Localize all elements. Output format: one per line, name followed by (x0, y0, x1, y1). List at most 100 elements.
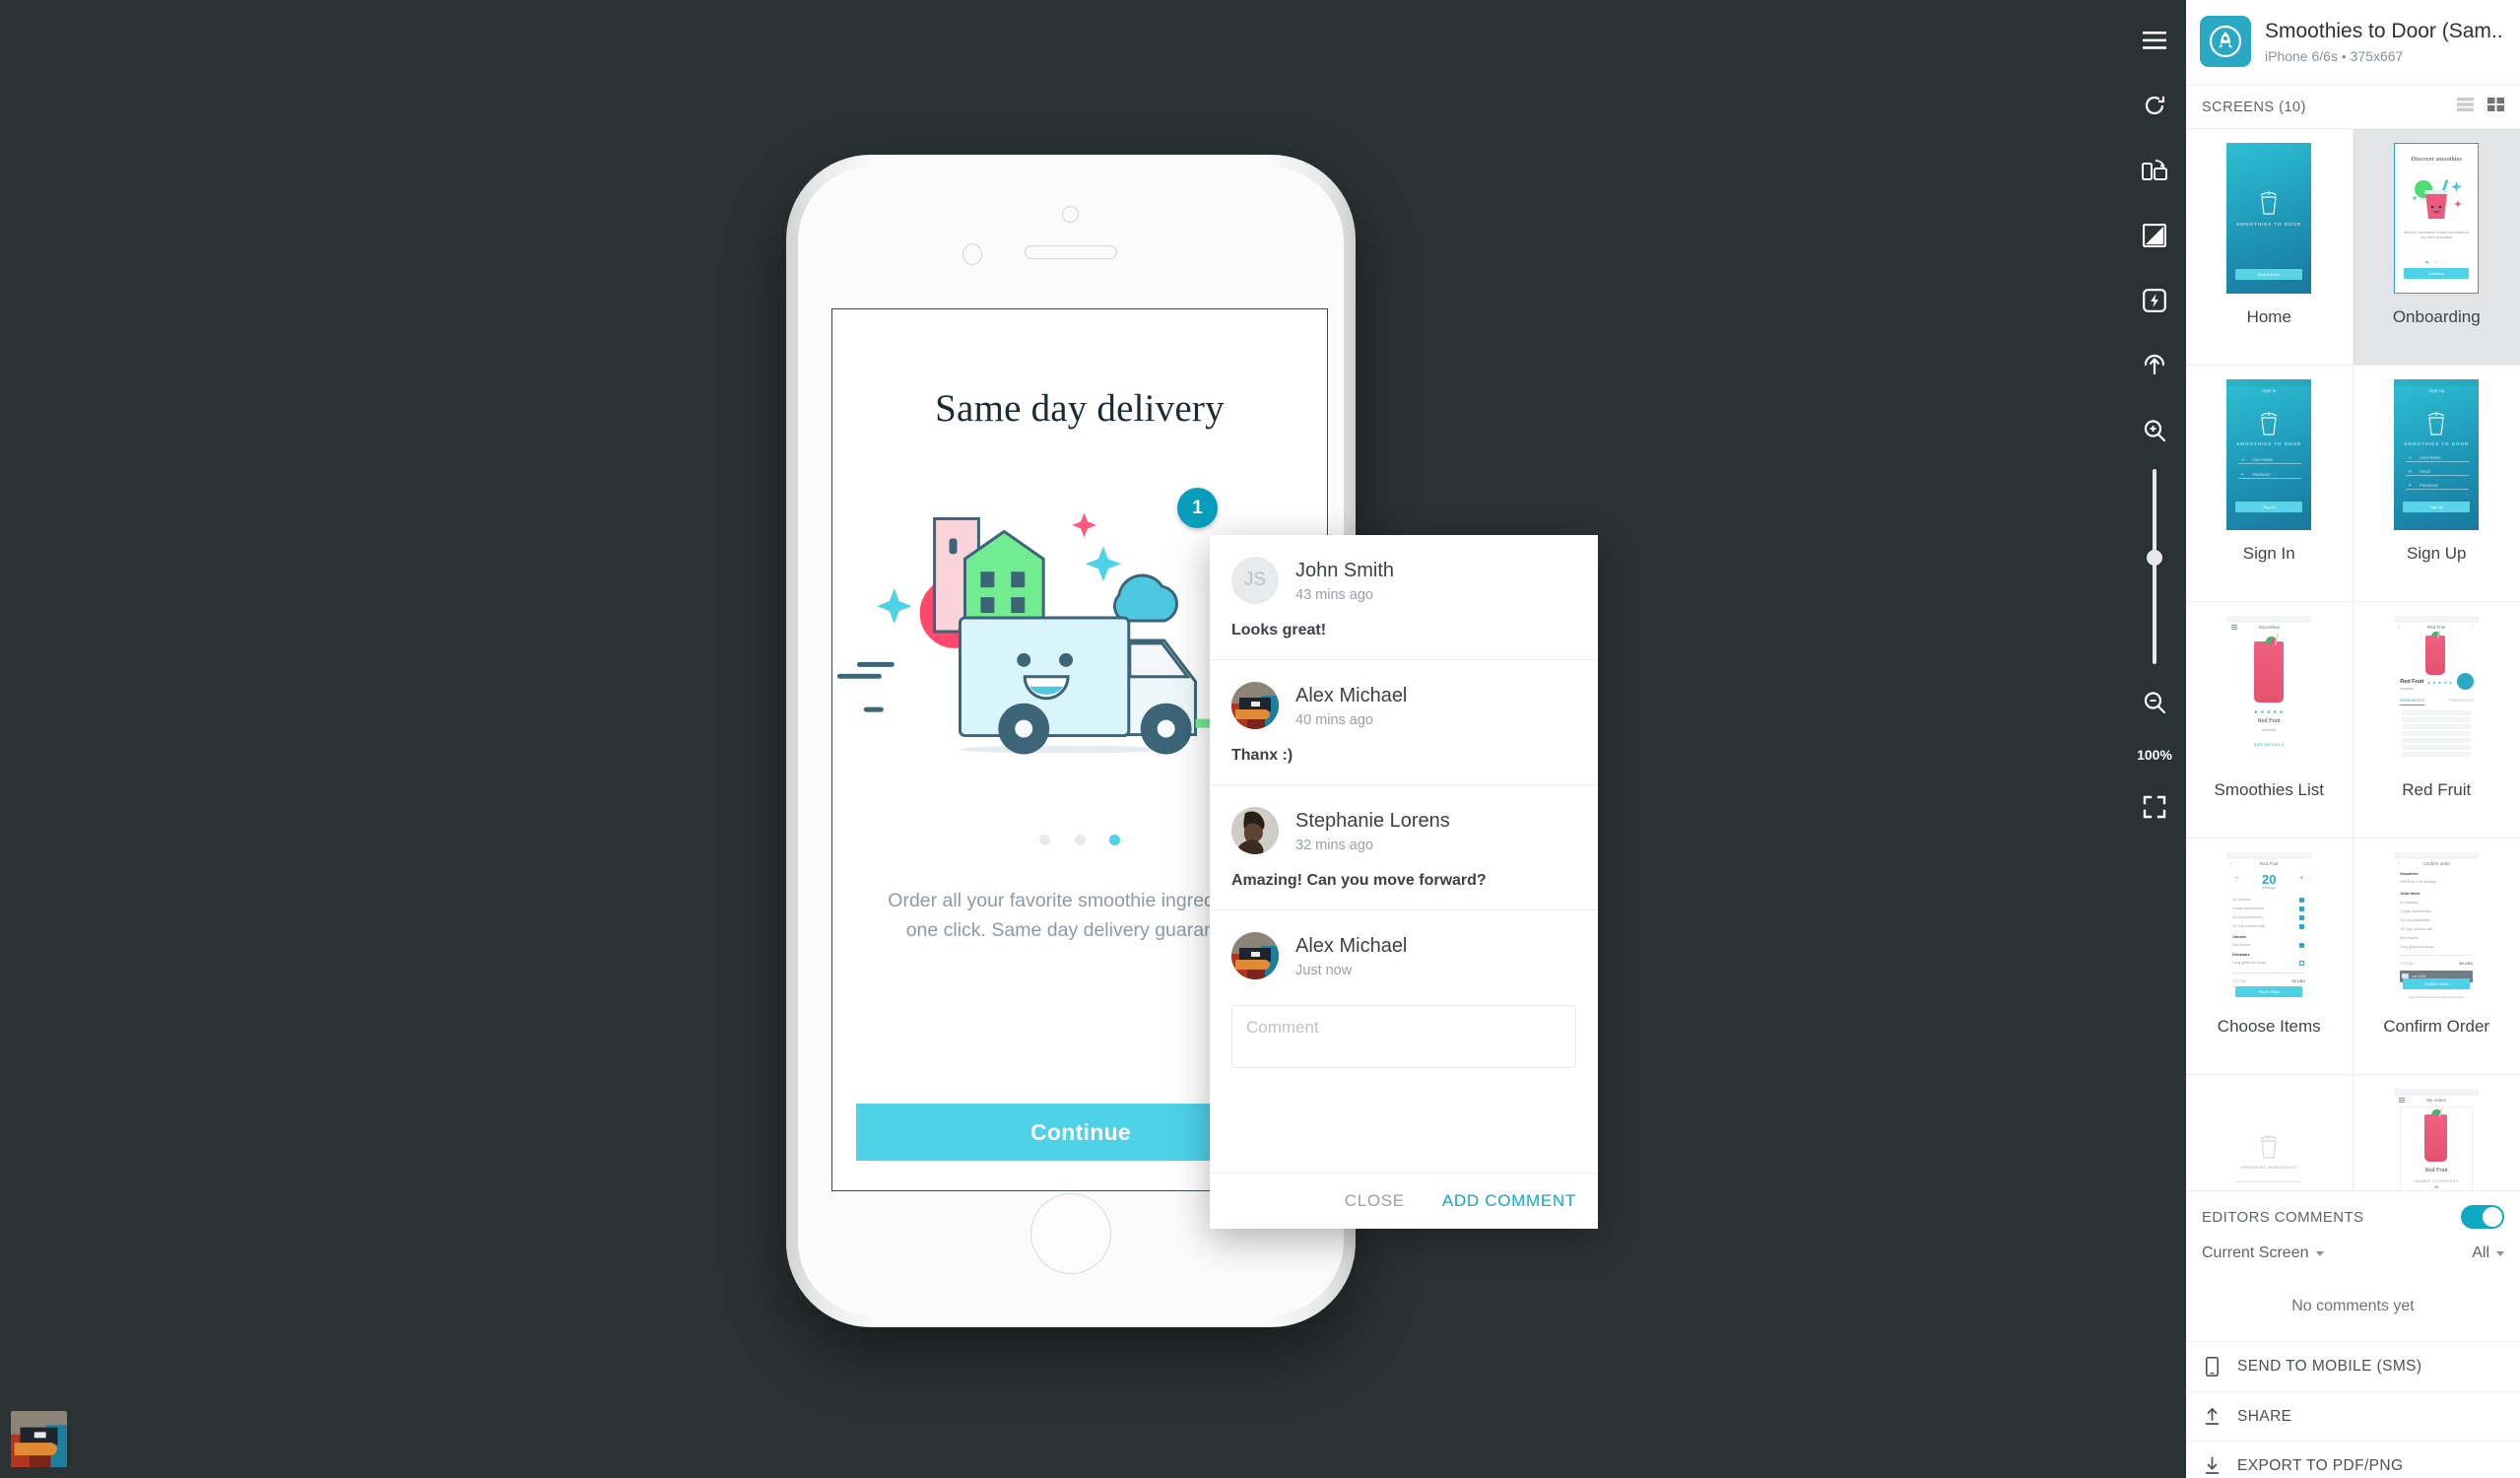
screen-title: Same day delivery (935, 387, 1225, 430)
avatar-photo-woman (1231, 807, 1279, 854)
comment-header: Alex Michael Just now (1231, 932, 1576, 979)
app-subtitle: iPhone 6/6s • 375x667 (2265, 47, 2404, 64)
thumbnail: Sign In SMOOTHIES TO DOOR ☺ User Name ⚭ … (2226, 379, 2312, 530)
avatar-photo-cap (11, 1411, 67, 1467)
screen-name: Smoothies List (2214, 780, 2325, 799)
screens-bar: SCREENS (10) (2186, 85, 2520, 128)
zoom-slider[interactable] (2123, 463, 2186, 670)
screen-thumb-onboarding[interactable]: Discover smoothies Discover thousands of… (2353, 129, 2520, 366)
prototype-canvas[interactable]: Same day delivery Order all your favorit… (0, 0, 2186, 1478)
screen-thumb-confirm-order[interactable]: Confirm order ‹ Smoothies Red Fruit x 20… (2353, 839, 2520, 1075)
screens-grid[interactable]: SMOOTHIES TO DOOR Start the tour Home Di… (2186, 128, 2520, 1190)
screen-thumb-signup[interactable]: Sign Up SMOOTHIES TO DOOR ☺ User Name ✉ … (2353, 366, 2520, 602)
thumb-product-name: Red Fruit (2424, 1168, 2448, 1174)
thumb-field-password: ⚭ Password (2406, 482, 2470, 490)
scope-filter-dropdown[interactable]: Current Screen (2202, 1244, 2324, 1262)
screen-thumb-home[interactable]: SMOOTHIES TO DOOR Start the tour Home (2186, 129, 2354, 366)
decrement-button[interactable]: − (2234, 875, 2238, 882)
comment-item: Alex Michael 40 mins ago Thanx :) (1210, 660, 1598, 785)
right-panel: Smoothies to Door (Sam.. iPhone 6/6s • 3… (2186, 0, 2520, 1478)
editors-comments-label: EDITORS COMMENTS (2202, 1208, 2364, 1226)
key-icon: ⚭ (2240, 472, 2245, 477)
current-user-avatar[interactable] (11, 1411, 67, 1467)
thumbnail: Confirm order ‹ Smoothies Red Fruit x 20… (2394, 852, 2480, 1003)
total-value: 90 USD (2291, 978, 2306, 983)
phone-home-button[interactable] (1030, 1193, 1111, 1274)
thumb-field-label: Email (2420, 469, 2430, 474)
comment-meta: John Smith 43 mins ago (1295, 559, 1394, 603)
thumb-button: Sign In (2235, 502, 2303, 512)
comment-meta: Stephanie Lorens 32 mins ago (1295, 809, 1450, 853)
thumb-nav: Red Fruit (2259, 861, 2279, 866)
dot-1[interactable] (1039, 835, 1051, 846)
screen-thumb-smoothies-list[interactable]: Smoothies ● ● ● ● ● Red Fruit smoothie S… (2186, 602, 2354, 839)
send-to-mobile-button[interactable]: SEND TO MOBILE (SMS) (2186, 1341, 2520, 1391)
thumb-field-label: Password (2252, 472, 2271, 477)
screen-thumb-choose-items[interactable]: Red Fruit ‹ 20 servings − + 1/2 banana 1… (2186, 839, 2354, 1075)
phone-sensor-icon (962, 243, 982, 265)
add-comment-button[interactable]: ADD COMMENT (1442, 1191, 1576, 1211)
zoom-in-icon[interactable] (2123, 398, 2186, 463)
thumb-button-label: Sign Up (2429, 504, 2444, 509)
send-to-mobile-label: SEND TO MOBILE (SMS) (2237, 1358, 2422, 1375)
editors-comments-toggle[interactable] (2461, 1205, 2504, 1229)
thumbnail: Red Fruit ‹ 20 servings − + 1/2 banana 1… (2226, 852, 2312, 1003)
screen-name: Choose Items (2217, 1017, 2321, 1036)
thumb-brand: SMOOTHIES TO DOOR (2236, 222, 2302, 227)
comment-pin-badge[interactable]: 1 (1177, 488, 1218, 528)
rotate-device-icon[interactable] (2123, 138, 2186, 203)
comment-input[interactable] (1231, 1005, 1576, 1068)
grid-view-icon[interactable] (2487, 98, 2504, 116)
upload-icon[interactable] (2123, 333, 2186, 398)
zoom-slider-handle[interactable] (2147, 550, 2162, 566)
key-icon: ⚭ (2408, 483, 2413, 488)
total-label: TOTAL (2400, 961, 2416, 966)
avatar (1231, 682, 1279, 729)
thumb-nav: Smoothies (2258, 625, 2280, 630)
serving-label: servings (2262, 886, 2276, 890)
total-label: TOTAL (2232, 978, 2248, 983)
hamburger-menu-icon[interactable] (2123, 8, 2186, 73)
comment-text: Thanx :) (1231, 747, 1293, 764)
dot-2[interactable] (1074, 835, 1086, 846)
thumb-button-label: Confirm Order (2423, 981, 2449, 986)
chevron-down-icon (2315, 1250, 2324, 1256)
tab-preparation[interactable]: PREPARATION (2449, 699, 2474, 703)
thumb-button-label: Start the tour (2257, 272, 2281, 277)
close-button[interactable]: CLOSE (1345, 1191, 1405, 1211)
back-icon: ‹ (2230, 861, 2232, 867)
servings-value: 20 (2434, 1185, 2439, 1189)
comment-timestamp: 40 mins ago (1295, 711, 1373, 728)
comment-text: Looks great! (1231, 622, 1327, 638)
thumbnail: My orders Red Fruit NUMBER OF SERVINGS 2… (2394, 1089, 2480, 1190)
screen-thumb-signin[interactable]: Sign In SMOOTHIES TO DOOR ☺ User Name ⚭ … (2186, 366, 2354, 602)
preparing-label: PREPARING INGREDIENTS (2240, 1166, 2297, 1170)
view-toggles (2457, 98, 2504, 116)
share-button[interactable]: SHARE (2186, 1391, 2520, 1441)
dot-3-active[interactable] (1108, 835, 1120, 846)
zoom-slider-track[interactable] (2153, 469, 2156, 664)
comment-author: Alex Michael (1295, 684, 1408, 706)
increment-button[interactable]: + (2299, 875, 2303, 882)
screen-thumb-my-orders[interactable]: My orders Red Fruit NUMBER OF SERVINGS 2… (2354, 1075, 2520, 1190)
comment-popup[interactable]: JS John Smith 43 mins ago Looks great! A… (1210, 535, 1598, 1229)
thumb-field-username: ☺ User Name (2406, 454, 2470, 462)
servings-label: NUMBER OF SERVINGS (2415, 1179, 2459, 1183)
screen-thumb-red-fruit[interactable]: Red Fruit ‹ ♡ Red Fruit ● ● ● ● ● smooth… (2353, 602, 2520, 839)
type-filter-dropdown[interactable]: All (2472, 1244, 2504, 1262)
fullscreen-icon[interactable] (2123, 774, 2186, 840)
tab-ingredients[interactable]: INGREDIENTS (2400, 699, 2424, 705)
export-button[interactable]: EXPORT TO PDF/PNG (2186, 1441, 2520, 1478)
left-toolbar: 100% (2123, 0, 2186, 1478)
thumb-button: Continue (2404, 268, 2470, 279)
refresh-icon[interactable] (2123, 73, 2186, 138)
thumb-product-name: Red Fruit (2257, 718, 2281, 724)
thumb-product-sub: smoothie (2400, 687, 2415, 691)
zoom-out-icon[interactable] (2123, 670, 2186, 735)
mail-icon: ✉ (2408, 469, 2413, 474)
screen-thumb-preparing[interactable]: PREPARING INGREDIENTS (2186, 1075, 2354, 1190)
hotspots-icon[interactable] (2123, 268, 2186, 333)
list-view-icon[interactable] (2457, 98, 2474, 116)
toggle-knob (2483, 1207, 2502, 1227)
contrast-icon[interactable] (2123, 203, 2186, 268)
